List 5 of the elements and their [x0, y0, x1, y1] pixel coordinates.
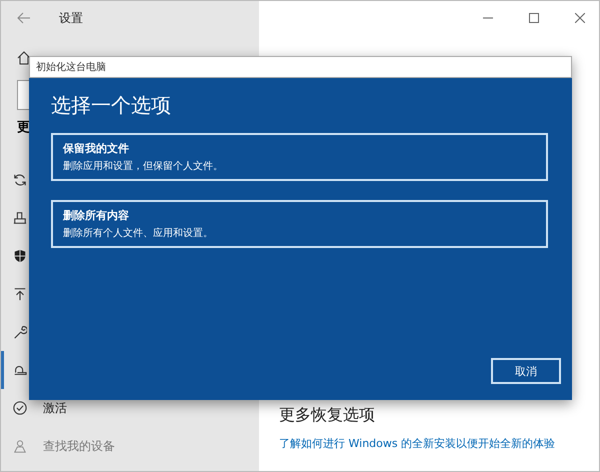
window-title: 设置 — [59, 10, 83, 26]
dialog-title: 初始化这台电脑 — [36, 60, 106, 74]
section-heading: 更多恢复选项 — [279, 405, 376, 426]
dialog-heading: 选择一个选项 — [51, 92, 172, 119]
section-heading: 更 — [17, 120, 30, 135]
